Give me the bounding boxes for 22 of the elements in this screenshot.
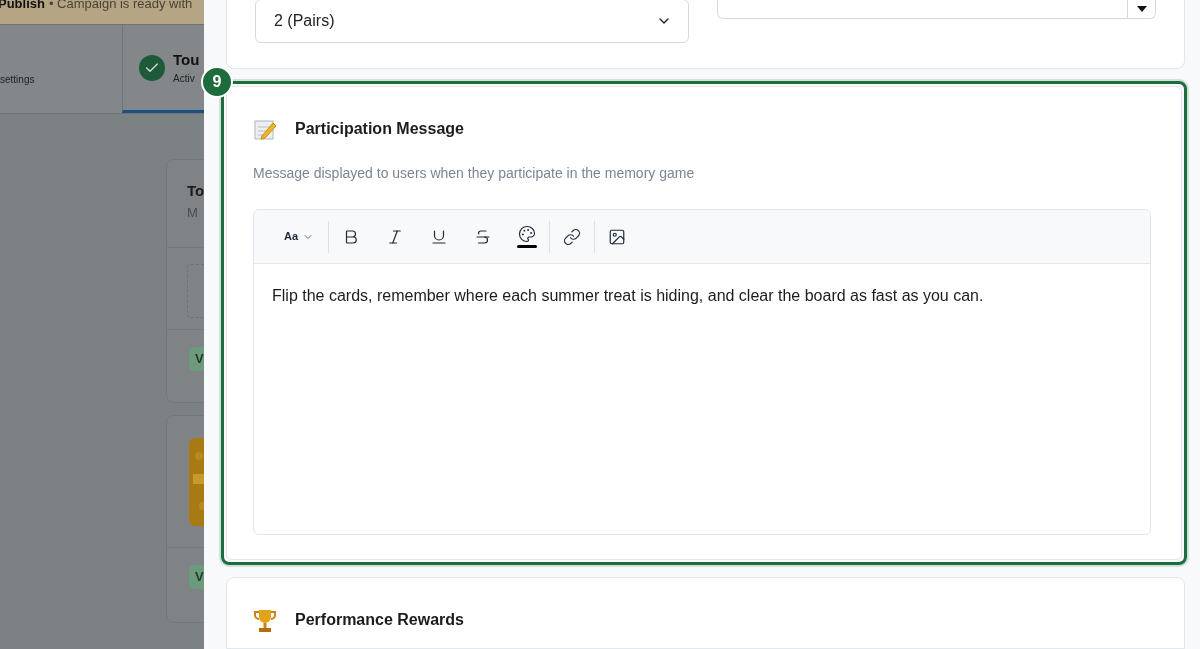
message-text: Flip the cards, remember where each summer treat is hiding, and clear the board as fast as you can. <box>272 286 985 306</box>
step-title: Tou <box>173 49 200 70</box>
status-tag: V <box>189 347 204 371</box>
dropdown-triangle-icon <box>1135 4 1148 13</box>
editor-content[interactable]: Flip the cards, remember where each summer treat is hiding, and clear the board as fast as you can. <box>254 264 1150 534</box>
image-icon <box>608 227 627 246</box>
palette-icon <box>518 225 537 243</box>
font-size-button[interactable]: Aa <box>276 220 323 253</box>
section-title: Participation Message <box>295 119 464 139</box>
color-swatch <box>517 245 538 248</box>
select-field[interactable] <box>717 0 1156 19</box>
memo-pencil-icon <box>253 117 277 141</box>
step-subtitle: Activ <box>173 72 196 87</box>
link-icon <box>563 227 582 246</box>
section-description: Message displayed to users when they participate in the memory game <box>253 164 696 183</box>
step-tab[interactable]: settings <box>0 25 122 113</box>
card-title: To <box>187 181 204 201</box>
section-title: Performance Rewards <box>295 610 464 630</box>
status-tag: V <box>189 565 204 589</box>
step-subtitle: settings <box>0 72 35 87</box>
step-number-badge: 9 <box>201 66 233 98</box>
trophy-icon <box>253 608 277 634</box>
